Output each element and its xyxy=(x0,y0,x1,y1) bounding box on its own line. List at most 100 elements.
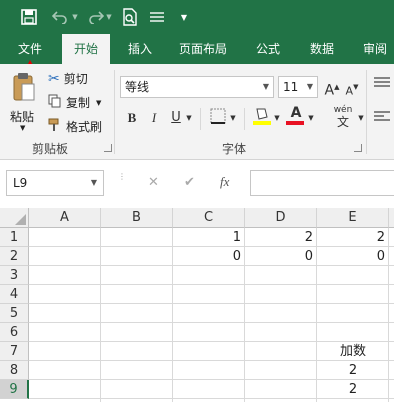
tab-page-layout[interactable]: 页面布局 xyxy=(170,34,236,64)
worksheet-grid[interactable]: A B C D E 1 2 3 4 5 6 7 8 9 1 2 2 0 0 0 … xyxy=(0,208,394,402)
cell-e9[interactable]: 2 xyxy=(317,380,389,399)
chevron-down-icon: ▼ xyxy=(262,82,269,91)
grow-font-button[interactable]: A▲ xyxy=(322,77,342,99)
cell-e7[interactable]: 加数 xyxy=(317,342,389,361)
row-header[interactable]: 7 xyxy=(0,342,29,361)
formula-bar: L9 ▼ ⋮ ✕ ✔ fx xyxy=(0,160,394,208)
paste-button[interactable]: 粘贴 ▼ xyxy=(6,68,42,132)
ribbon-home: 粘贴 ▼ ✂ 剪切 复制 ▼ 格式刷 剪贴板 等线 ▼ 11 ▼ A▲ A▼ B… xyxy=(0,64,394,160)
cell-e8[interactable]: 2 xyxy=(317,361,389,380)
borders-icon xyxy=(210,108,226,124)
chevron-down-icon[interactable]: ▼ xyxy=(306,108,316,128)
select-all-corner[interactable] xyxy=(0,208,29,228)
font-size-select[interactable]: 11 ▼ xyxy=(278,76,318,98)
row-header-selected[interactable]: 9 xyxy=(0,380,29,399)
cancel-icon[interactable]: ✕ xyxy=(148,175,159,190)
chevron-down-icon: ▼ xyxy=(20,124,26,132)
cell-e1[interactable]: 2 xyxy=(317,228,389,247)
chevron-down-icon[interactable]: ▼ xyxy=(272,108,282,128)
row-header[interactable]: 2 xyxy=(0,247,29,266)
cell-c2[interactable]: 0 xyxy=(173,247,245,266)
phonetic-button[interactable]: wén 文 xyxy=(330,104,356,132)
insert-function-icon[interactable]: fx xyxy=(220,174,229,190)
column-header-b[interactable]: B xyxy=(101,208,173,228)
resize-dots-icon[interactable]: ⋮ xyxy=(118,173,126,181)
font-launcher-icon[interactable] xyxy=(354,144,362,152)
chevron-down-icon[interactable]: ▼ xyxy=(228,108,238,128)
name-box[interactable]: L9 ▼ xyxy=(6,170,104,196)
copy-icon xyxy=(48,94,62,111)
underline-button[interactable]: U xyxy=(166,108,186,128)
row-header[interactable]: 3 xyxy=(0,266,29,285)
grid-line xyxy=(100,228,101,402)
copy-label: 复制 xyxy=(66,96,91,110)
font-color-button[interactable]: A xyxy=(286,106,306,126)
cell-d1[interactable]: 2 xyxy=(245,228,317,247)
brush-icon xyxy=(48,118,62,135)
undo-dropdown-icon[interactable]: ▼ xyxy=(70,7,80,27)
row-header[interactable]: 5 xyxy=(0,304,29,323)
cell-d2[interactable]: 0 xyxy=(245,247,317,266)
row-header[interactable]: 6 xyxy=(0,323,29,342)
bold-button[interactable]: B xyxy=(122,108,142,128)
grow-font-icon: A xyxy=(324,82,335,99)
column-header-d[interactable]: D xyxy=(245,208,317,228)
row-header[interactable]: 1 xyxy=(0,228,29,247)
paint-bucket-icon xyxy=(253,108,271,125)
save-icon[interactable] xyxy=(18,7,40,27)
cell-e2[interactable]: 0 xyxy=(317,247,389,266)
shrink-font-button[interactable]: A▼ xyxy=(342,77,362,97)
column-header-a[interactable]: A xyxy=(29,208,101,228)
font-size-value: 11 xyxy=(283,80,299,94)
border-button[interactable] xyxy=(208,108,228,128)
scissors-icon: ✂ xyxy=(48,70,60,87)
tab-formulas[interactable]: 公式 xyxy=(244,34,292,64)
chevron-down-icon[interactable]: ▼ xyxy=(184,108,194,128)
tab-home[interactable]: 开始 xyxy=(62,34,110,64)
format-painter-button[interactable]: 格式刷 xyxy=(48,118,102,135)
cut-button[interactable]: ✂ 剪切 xyxy=(48,70,88,87)
formula-input[interactable] xyxy=(250,170,394,196)
cell-c1[interactable]: 1 xyxy=(173,228,245,247)
font-family-select[interactable]: 等线 ▼ xyxy=(120,76,274,98)
cut-label: 剪切 xyxy=(63,72,88,86)
font-color-bar xyxy=(286,121,304,125)
list-icon[interactable] xyxy=(148,7,166,27)
clipboard-launcher-icon[interactable] xyxy=(104,144,112,152)
chevron-down-icon[interactable]: ▼ xyxy=(178,7,190,27)
name-box-value: L9 xyxy=(13,176,28,190)
redo-icon[interactable] xyxy=(86,7,106,27)
align-top-icon[interactable] xyxy=(374,76,390,93)
column-header-c[interactable]: C xyxy=(173,208,245,228)
caret-up-icon: ▲ xyxy=(334,83,340,91)
redo-dropdown-icon[interactable]: ▼ xyxy=(104,7,114,27)
separator xyxy=(200,108,201,130)
chevron-down-icon[interactable]: ▼ xyxy=(356,108,366,128)
italic-button[interactable]: I xyxy=(144,108,164,128)
fill-color-button[interactable] xyxy=(252,106,272,126)
separator xyxy=(244,108,245,130)
quick-access-toolbar: ▼ ▼ ▼ xyxy=(0,0,394,34)
caret-down-icon: ▼ xyxy=(353,83,359,91)
enter-icon[interactable]: ✔ xyxy=(184,175,195,190)
column-header-e[interactable]: E xyxy=(317,208,389,228)
grid-line xyxy=(29,322,394,323)
shrink-font-icon: A xyxy=(345,84,354,98)
paste-label: 粘贴 xyxy=(10,110,35,124)
group-separator xyxy=(114,70,115,154)
row-header[interactable]: 4 xyxy=(0,285,29,304)
copy-button[interactable]: 复制 ▼ xyxy=(48,94,101,111)
tab-insert[interactable]: 插入 xyxy=(116,34,164,64)
undo-icon[interactable] xyxy=(50,7,70,27)
grid-line xyxy=(29,284,394,285)
clipboard-group-label: 剪贴板 xyxy=(32,142,69,156)
row-header[interactable]: 8 xyxy=(0,361,29,380)
chevron-down-icon: ▼ xyxy=(96,98,102,107)
group-separator xyxy=(366,70,367,154)
phonetic-char: 文 xyxy=(336,115,349,129)
print-preview-icon[interactable] xyxy=(120,7,140,27)
tab-review[interactable]: 审阅 xyxy=(352,34,394,64)
font-group-label: 字体 xyxy=(222,142,247,156)
tab-data[interactable]: 数据 xyxy=(298,34,346,64)
align-left-icon[interactable] xyxy=(374,110,390,127)
